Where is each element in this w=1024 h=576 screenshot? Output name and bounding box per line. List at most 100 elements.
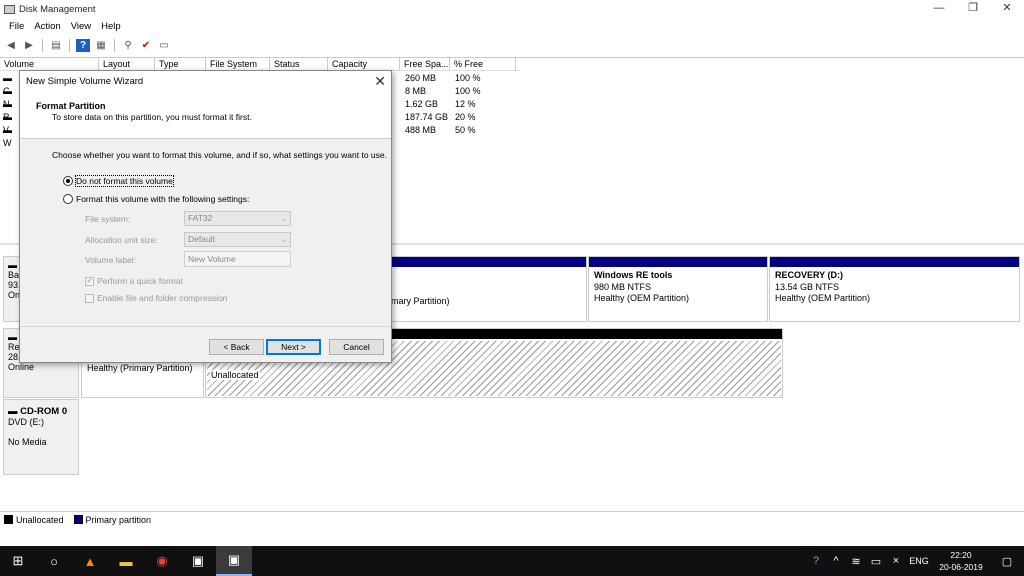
file-system-select[interactable]: FAT32 ⌄ <box>184 211 291 226</box>
partition-bar <box>770 257 1019 267</box>
volume-cell: ▬ R <box>3 99 12 122</box>
partition-status: Healthy (Primary Partition) <box>87 363 193 373</box>
disk-management-icon <box>4 4 15 14</box>
alloc-unit-select[interactable]: Default ⌄ <box>184 232 291 247</box>
partition-main[interactable]: rimary Partition) <box>380 256 587 322</box>
volume-cell: ▬ V <box>3 112 12 135</box>
battery-icon[interactable]: ▭ <box>866 555 886 568</box>
file-explorer-icon[interactable]: ▬ <box>108 546 144 576</box>
dialog-separator <box>20 326 391 327</box>
checklist-icon[interactable]: ✔ <box>139 39 153 52</box>
checkbox[interactable] <box>85 293 94 303</box>
file-system-label: File system: <box>85 214 131 224</box>
menu-help[interactable]: Help <box>96 21 126 32</box>
pct-free-cell: 100 % <box>455 86 481 96</box>
language-indicator[interactable]: ENG <box>906 556 932 566</box>
forward-arrow-icon[interactable]: ▶ <box>22 39 36 52</box>
col-capacity[interactable]: Capacity <box>328 58 400 70</box>
free-space-cell: 1.62 GB <box>405 99 439 109</box>
legend-label: Unallocated <box>16 514 64 525</box>
free-space-cell: 488 MB <box>405 125 437 135</box>
col-free-space[interactable]: Free Spa... <box>400 58 450 70</box>
cdrom-label[interactable]: ▬ CD-ROM 0 DVD (E:) No Media <box>3 399 79 475</box>
volume-cell: ▬ N <box>3 86 12 109</box>
disk-app-icon[interactable]: ▣ <box>180 546 216 576</box>
close-window-button[interactable]: ✕ <box>990 0 1024 18</box>
col-layout[interactable]: Layout <box>99 58 155 70</box>
checkbox-checked[interactable]: ✔ <box>85 276 94 286</box>
partition-name: Windows RE tools <box>594 270 673 280</box>
quick-format-checkbox[interactable]: ✔ Perform a quick format <box>85 276 183 286</box>
help-tray-icon[interactable]: ? <box>806 555 826 567</box>
dialog-instruction: Choose whether you want to format this v… <box>52 150 387 160</box>
back-button[interactable]: < Back <box>209 339 264 355</box>
col-volume[interactable]: Volume <box>0 58 99 70</box>
partition-windows-re[interactable]: Windows RE tools 980 MB NTFS Healthy (OE… <box>588 256 768 322</box>
pct-free-cell: 20 % <box>455 112 476 122</box>
col-status[interactable]: Status <box>270 58 328 70</box>
col-pct-free[interactable]: % Free <box>450 58 516 70</box>
close-icon[interactable]: ✕ <box>374 73 386 90</box>
cancel-button[interactable]: Cancel <box>329 339 384 355</box>
back-arrow-icon[interactable]: ◀ <box>4 39 18 52</box>
col-type[interactable]: Type <box>155 58 206 70</box>
volume-cell: ▬ C <box>3 73 12 96</box>
chrome-icon[interactable]: ◉ <box>144 546 180 576</box>
radio-format[interactable]: Format this volume with the following se… <box>63 194 249 204</box>
notifications-icon[interactable]: ▢ <box>990 555 1024 568</box>
new-simple-volume-wizard: New Simple Volume Wizard ✕ Format Partit… <box>19 70 392 363</box>
window-list-icon[interactable]: ▭ <box>157 39 171 52</box>
disk-1-status: Online <box>8 362 35 372</box>
partition-status: Healthy (OEM Partition) <box>594 293 690 303</box>
free-space-cell: 8 MB <box>405 86 427 96</box>
pct-free-cell: 12 % <box>455 99 476 109</box>
volume-label-input[interactable]: New Volume <box>184 251 291 267</box>
taskbar: ⊞ ○ ▲ ▬ ◉ ▣ ▣ ? ^ ≋ ▭ × ENG 22:20 20-06-… <box>0 546 1024 576</box>
connect-icon[interactable]: ⚲ <box>121 39 135 52</box>
partition-bar <box>381 257 586 267</box>
next-button[interactable]: Next > <box>266 339 321 355</box>
toolbar-separator <box>114 38 115 52</box>
pct-free-cell: 100 % <box>455 73 481 83</box>
disk-management-taskbar-icon[interactable]: ▣ <box>216 546 252 576</box>
alloc-unit-label: Allocation unit size: <box>85 235 158 245</box>
window-controls: — ❐ ✕ <box>922 0 1024 18</box>
radio-no-format[interactable]: Do not format this volume <box>63 175 174 187</box>
vlc-icon[interactable]: ▲ <box>72 546 108 576</box>
primary-swatch <box>73 515 83 524</box>
chevron-up-icon[interactable]: ^ <box>826 555 846 567</box>
partition-recovery[interactable]: RECOVERY (D:) 13.54 GB NTFS Healthy (OEM… <box>769 256 1020 322</box>
console-tree-icon[interactable]: ▤ <box>49 39 63 52</box>
clock-time: 22:20 <box>950 550 972 560</box>
partition-bar <box>589 257 767 267</box>
help-icon[interactable]: ? <box>76 38 90 52</box>
unallocated-swatch <box>4 515 13 524</box>
clock[interactable]: 22:20 20-06-2019 <box>932 549 990 573</box>
file-system-value: FAT32 <box>188 213 213 223</box>
radio-button-selected[interactable] <box>63 176 73 186</box>
toolbar-separator <box>69 38 70 52</box>
properties-icon[interactable]: ▦ <box>94 39 108 52</box>
menu-view[interactable]: View <box>66 21 96 32</box>
restore-button[interactable]: ❐ <box>956 0 990 18</box>
checkbox-label: Enable file and folder compression <box>97 293 228 303</box>
minimize-button[interactable]: — <box>922 0 956 18</box>
search-icon[interactable]: ○ <box>36 546 72 576</box>
menu-file[interactable]: File <box>4 21 29 32</box>
menu-action[interactable]: Action <box>29 21 65 32</box>
volume-muted-icon[interactable]: × <box>886 555 906 567</box>
dialog-body: Choose whether you want to format this v… <box>20 140 391 326</box>
dialog-heading: Format Partition <box>36 101 106 111</box>
wifi-icon[interactable]: ≋ <box>846 555 866 568</box>
col-file-system[interactable]: File System <box>206 58 270 70</box>
cdrom-icon: ▬ <box>8 406 18 417</box>
partition-name: RECOVERY (D:) <box>775 270 844 280</box>
compression-checkbox[interactable]: Enable file and folder compression <box>85 293 227 303</box>
windows-start-icon[interactable]: ⊞ <box>0 546 36 576</box>
chevron-down-icon: ⌄ <box>280 235 287 244</box>
legend: Unallocated Primary partition <box>0 511 1024 527</box>
radio-button[interactable] <box>63 194 73 204</box>
pct-free-cell: 50 % <box>455 125 476 135</box>
partition-status: rimary Partition) <box>386 296 450 306</box>
title-bar: Disk Management — ❐ ✕ <box>0 0 1024 18</box>
